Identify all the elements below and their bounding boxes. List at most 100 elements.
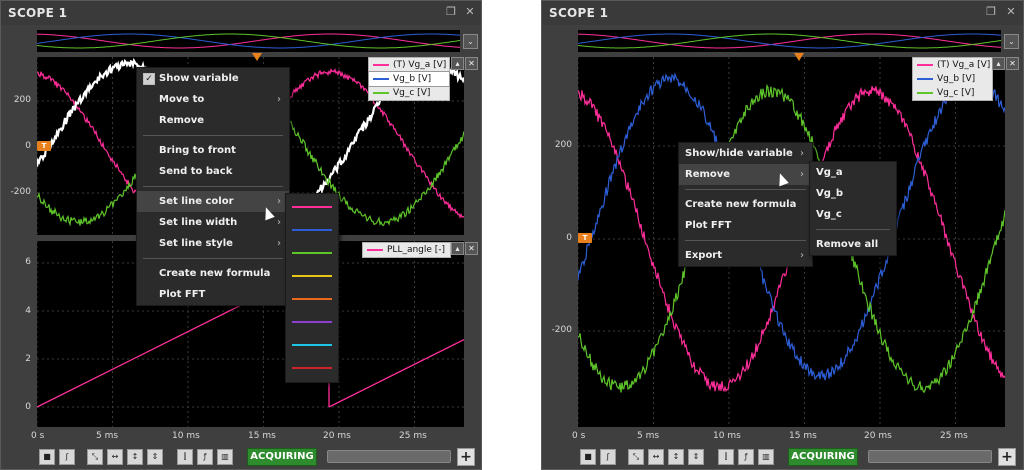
color-swatch[interactable] <box>292 298 332 300</box>
collapse-icon[interactable]: ▴ <box>992 57 1005 70</box>
menu-item-show-variable[interactable]: ✓ Show variable <box>137 68 289 89</box>
scope-window-2: SCOPE 1 ❐ ✕ ⌄ 200 0 -200 T (T) Vg_a [V] … <box>541 0 1024 470</box>
menu-item-remove[interactable]: Remove › <box>679 164 812 185</box>
trigger-position-icon[interactable] <box>252 53 262 61</box>
close-icon[interactable]: ✕ <box>463 5 477 19</box>
legend-item[interactable]: Vg_c [V] <box>913 86 992 100</box>
color-swatch[interactable] <box>292 321 332 323</box>
zoom-diagonal-icon[interactable]: ⤡ <box>87 449 103 465</box>
menu-item-move-to[interactable]: Move to › <box>137 89 289 110</box>
zoom-vertical-icon[interactable]: ↕ <box>668 449 684 465</box>
y-tick-label: 2 <box>25 354 31 364</box>
overview-strip[interactable] <box>36 30 461 52</box>
x-tick-label: 20 ms <box>323 431 351 441</box>
legend-item[interactable]: Vg_b [V] <box>913 72 992 86</box>
collapse-icon[interactable]: ▴ <box>451 57 464 70</box>
close-icon[interactable]: ✕ <box>1006 57 1019 70</box>
progress-bar <box>327 450 451 463</box>
chevron-right-icon: › <box>277 94 281 105</box>
add-plot-button[interactable]: + <box>457 448 475 466</box>
fit-vertical-icon[interactable]: ⇕ <box>147 449 163 465</box>
color-swatch[interactable] <box>292 252 332 254</box>
context-menu: Show/hide variable › Remove › Create new f… <box>678 142 813 267</box>
y-tick-label: 200 <box>13 95 31 105</box>
close-icon[interactable]: ✕ <box>465 242 478 255</box>
submenu-item-vg-b[interactable]: Vg_b <box>810 183 896 204</box>
menu-item-set-line-style[interactable]: Set line style › <box>137 233 289 254</box>
y-tick-label: -200 <box>10 187 31 197</box>
overview-strip[interactable] <box>577 30 1002 52</box>
window-title: SCOPE 1 <box>549 6 609 20</box>
y-tick-label: -200 <box>551 325 572 335</box>
zoom-horizontal-icon[interactable]: ↔ <box>648 449 664 465</box>
x-tick-label: 0 s <box>572 431 586 441</box>
zoom-horizontal-icon[interactable]: ↔ <box>107 449 123 465</box>
fft-bars-icon[interactable]: ▥ <box>758 449 774 465</box>
submenu-item-remove-all[interactable]: Remove all <box>810 234 896 255</box>
x-tick-label: 5 ms <box>96 431 119 441</box>
cursors-icon[interactable]: ⫿ <box>718 449 734 465</box>
menu-item-remove[interactable]: Remove <box>137 110 289 131</box>
measure-icon[interactable]: ƒ <box>197 449 213 465</box>
collapse-icon[interactable]: ▴ <box>451 242 464 255</box>
fft-bars-icon[interactable]: ▥ <box>217 449 233 465</box>
line-color-submenu <box>285 193 339 383</box>
trigger-marker-icon[interactable]: T <box>578 233 592 243</box>
legend-item[interactable]: Vg_c [V] <box>369 86 449 100</box>
legend[interactable]: (T) Vg_a [V] Vg_b [V] Vg_c [V] <box>912 57 993 101</box>
menu-item-export[interactable]: Export › <box>679 245 812 266</box>
menu-item-create-formula[interactable]: Create new formula <box>679 194 812 215</box>
color-swatch[interactable] <box>292 275 332 277</box>
menu-item-show-hide-variable[interactable]: Show/hide variable › <box>679 143 812 164</box>
trigger-edge-icon[interactable]: ʃ <box>600 449 616 465</box>
bottom-toolbar: ■ ʃ ⤡ ↔ ↕ ⇕ ⫿ ƒ ▥ ACQUIRING + <box>1 443 481 469</box>
color-swatch[interactable] <box>292 206 332 208</box>
legend-item[interactable]: (T) Vg_a [V] <box>369 58 449 72</box>
legend-top[interactable]: (T) Vg_a [V] Vg_b [V] Vg_c [V] <box>368 57 450 101</box>
chevron-down-icon[interactable]: ⌄ <box>1004 34 1019 49</box>
title-bar: SCOPE 1 ❐ ✕ <box>542 1 1023 25</box>
color-swatch[interactable] <box>292 367 332 369</box>
stop-icon[interactable]: ■ <box>580 449 596 465</box>
submenu-item-vg-c[interactable]: Vg_c <box>810 204 896 225</box>
fit-vertical-icon[interactable]: ⇕ <box>688 449 704 465</box>
color-swatch[interactable] <box>292 344 332 346</box>
trigger-edge-icon[interactable]: ʃ <box>59 449 75 465</box>
legend-bottom[interactable]: PLL_angle [-] <box>362 242 451 258</box>
menu-item-plot-fft[interactable]: Plot FFT <box>137 284 289 305</box>
cursors-icon[interactable]: ⫿ <box>177 449 193 465</box>
color-swatch[interactable] <box>292 229 332 231</box>
x-tick-label: 25 ms <box>940 431 968 441</box>
trigger-marker-icon[interactable]: T <box>37 141 51 151</box>
checkbox-checked-icon[interactable]: ✓ <box>143 73 155 85</box>
scope-window-1: SCOPE 1 ❐ ✕ ⌄ 200 0 -200 T (T) Vg_a [V] … <box>0 0 482 470</box>
menu-item-plot-fft[interactable]: Plot FFT <box>679 215 812 236</box>
legend-item-selected[interactable]: Vg_b [V] <box>368 71 450 87</box>
y-tick-label: 0 <box>25 141 31 151</box>
menu-divider <box>685 240 806 241</box>
progress-bar <box>868 450 992 463</box>
close-icon[interactable]: ✕ <box>1004 5 1018 19</box>
add-plot-button[interactable]: + <box>998 448 1016 466</box>
menu-item-send-to-back[interactable]: Send to back <box>137 161 289 182</box>
acquiring-status[interactable]: ACQUIRING <box>247 448 317 466</box>
x-tick-label: 10 ms <box>172 431 200 441</box>
menu-item-bring-to-front[interactable]: Bring to front <box>137 140 289 161</box>
legend-item[interactable]: PLL_angle [-] <box>363 243 450 257</box>
trigger-position-icon[interactable] <box>794 53 804 61</box>
menu-item-create-formula[interactable]: Create new formula <box>137 263 289 284</box>
chevron-down-icon[interactable]: ⌄ <box>463 34 478 49</box>
chevron-right-icon: › <box>277 238 281 249</box>
y-tick-label: 6 <box>25 257 31 267</box>
x-tick-label: 0 s <box>31 431 45 441</box>
acquiring-status[interactable]: ACQUIRING <box>788 448 858 466</box>
stop-icon[interactable]: ■ <box>39 449 55 465</box>
legend-item[interactable]: (T) Vg_a [V] <box>913 58 992 72</box>
zoom-vertical-icon[interactable]: ↕ <box>127 449 143 465</box>
restore-icon[interactable]: ❐ <box>444 5 458 19</box>
measure-icon[interactable]: ƒ <box>738 449 754 465</box>
zoom-diagonal-icon[interactable]: ⤡ <box>628 449 644 465</box>
submenu-item-vg-a[interactable]: Vg_a <box>810 162 896 183</box>
restore-icon[interactable]: ❐ <box>984 5 998 19</box>
close-icon[interactable]: ✕ <box>465 57 478 70</box>
